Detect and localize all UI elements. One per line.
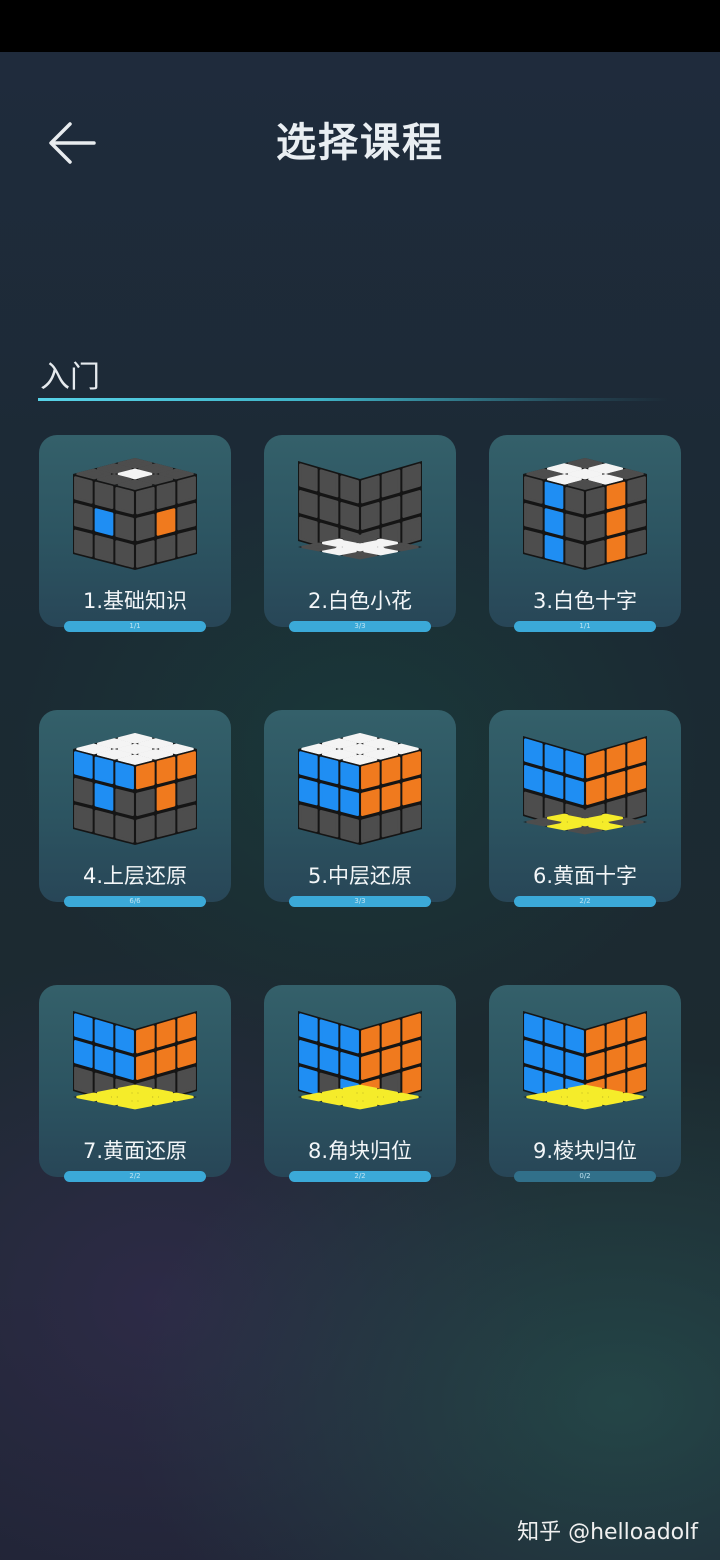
cube-icon bbox=[523, 457, 647, 570]
progress-bar: 2/2 bbox=[514, 896, 656, 907]
progress-bar: 2/2 bbox=[64, 1171, 206, 1182]
course-label: 6.黄面十字 bbox=[532, 864, 638, 888]
progress-text: 2/2 bbox=[579, 897, 591, 905]
progress-text: 2/2 bbox=[354, 1172, 366, 1180]
progress-bar: 3/3 bbox=[289, 621, 431, 632]
progress-text: 1/1 bbox=[579, 622, 591, 630]
watermark: 知乎 @helloadolf bbox=[517, 1520, 698, 1545]
progress-text: 3/3 bbox=[354, 622, 366, 630]
progress-text: 3/3 bbox=[354, 897, 366, 905]
progress-bar: 3/3 bbox=[289, 896, 431, 907]
course-label: 7.黄面还原 bbox=[82, 1139, 188, 1163]
page-title: 选择课程 bbox=[276, 120, 444, 166]
cube-icon bbox=[73, 1011, 197, 1110]
progress-text: 6/6 bbox=[129, 897, 141, 905]
progress-bar: 1/1 bbox=[64, 621, 206, 632]
course-label: 8.角块归位 bbox=[307, 1139, 413, 1163]
course-card-9[interactable]: 9.棱块归位 0/2 bbox=[489, 985, 681, 1182]
course-card-5[interactable]: 5.中层还原 3/3 bbox=[264, 710, 456, 907]
cube-icon bbox=[73, 457, 197, 570]
course-label: 5.中层还原 bbox=[307, 864, 413, 888]
cube-icon bbox=[298, 461, 422, 560]
cube-icon bbox=[298, 1011, 422, 1110]
section-title: 入门 bbox=[40, 360, 100, 395]
course-card-4[interactable]: 4.上层还原 6/6 bbox=[39, 710, 231, 907]
course-card-6[interactable]: 6.黄面十字 2/2 bbox=[489, 710, 681, 907]
progress-bar: 1/1 bbox=[514, 621, 656, 632]
course-card-2[interactable]: 2.白色小花 3/3 bbox=[264, 435, 456, 632]
cube-icon bbox=[298, 732, 422, 845]
course-label: 4.上层还原 bbox=[82, 864, 188, 888]
course-label: 2.白色小花 bbox=[307, 589, 413, 613]
progress-bar: 6/6 bbox=[64, 896, 206, 907]
course-card-8[interactable]: 8.角块归位 2/2 bbox=[264, 985, 456, 1182]
section-divider bbox=[38, 398, 668, 401]
course-card-1[interactable]: 1.基础知识 1/1 bbox=[39, 435, 231, 632]
progress-text: 2/2 bbox=[129, 1172, 141, 1180]
progress-text: 1/1 bbox=[129, 622, 141, 630]
cube-icon bbox=[523, 1011, 647, 1110]
course-card-3[interactable]: 3.白色十字 1/1 bbox=[489, 435, 681, 632]
course-label: 3.白色十字 bbox=[532, 589, 638, 613]
course-card-7[interactable]: 7.黄面还原 2/2 bbox=[39, 985, 231, 1182]
cube-icon bbox=[73, 732, 197, 845]
app-screen: 选择课程 入门 1.基础知识 1/1 2.白色小花 3/3 3.白色十字 1/1… bbox=[0, 52, 720, 1560]
course-label: 1.基础知识 bbox=[82, 589, 188, 613]
progress-bar: 0/2 bbox=[514, 1171, 656, 1182]
progress-text: 0/2 bbox=[579, 1172, 591, 1180]
cube-icon bbox=[523, 736, 647, 835]
course-label: 9.棱块归位 bbox=[532, 1139, 638, 1163]
progress-bar: 2/2 bbox=[289, 1171, 431, 1182]
